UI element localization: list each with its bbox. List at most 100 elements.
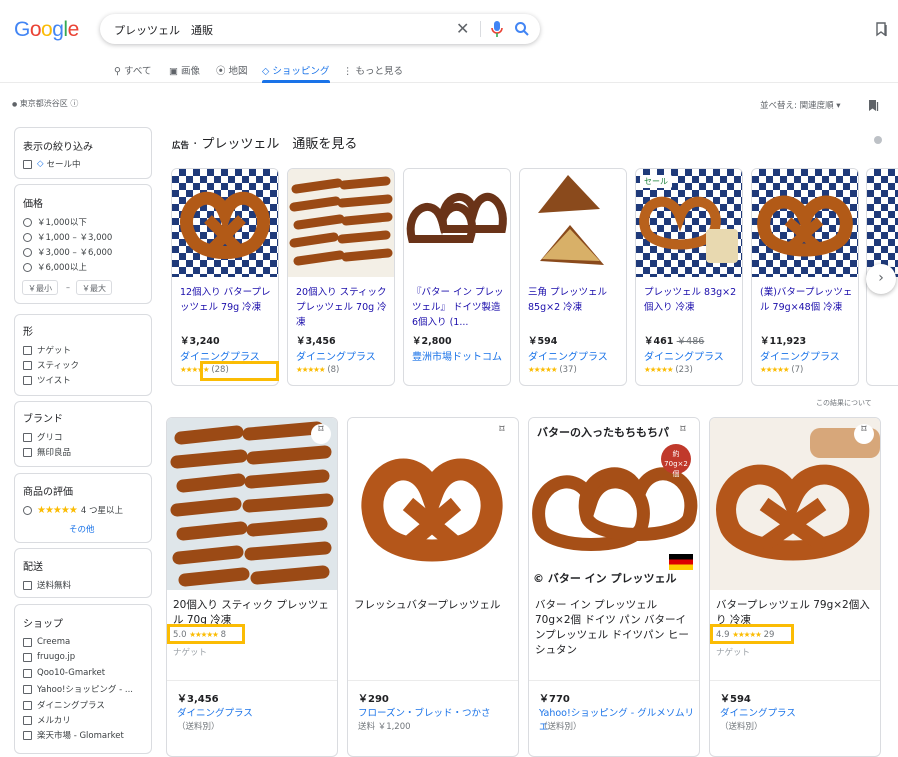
filter-option[interactable]: Yahoo!ショッピング - ... bbox=[23, 683, 133, 695]
filter-brand: ブランド グリコ 無印良品 bbox=[14, 401, 152, 467]
review-count: (7) bbox=[791, 365, 804, 375]
rating-more-link[interactable]: その他 bbox=[69, 523, 95, 535]
search-icon[interactable] bbox=[514, 20, 530, 38]
filter-option[interactable]: スティック bbox=[23, 359, 79, 371]
checkbox[interactable] bbox=[23, 652, 32, 662]
tab-shopping[interactable]: ◇ ショッピング bbox=[262, 63, 329, 77]
filter-option[interactable]: メルカリ bbox=[23, 714, 71, 726]
filter-option[interactable]: 送料無料 bbox=[23, 579, 71, 591]
checkbox[interactable] bbox=[23, 668, 32, 678]
radio[interactable] bbox=[23, 232, 32, 242]
google-logo[interactable]: Google bbox=[14, 18, 79, 42]
tab-more[interactable]: ⋮ もっと見る bbox=[343, 63, 403, 77]
checkbox[interactable] bbox=[23, 432, 32, 442]
weight-badge: 約70g×2個 bbox=[661, 444, 691, 478]
filter-option[interactable]: 無印良品 bbox=[23, 446, 71, 458]
ad-shop[interactable]: ダイニングプラス bbox=[644, 348, 724, 363]
filter-option[interactable]: ダイニングプラス bbox=[23, 699, 105, 711]
checkbox[interactable] bbox=[23, 684, 32, 694]
ad-title-link[interactable]: 20個入り スティックプレッツェル 70g 冷凍 bbox=[296, 285, 390, 330]
checkbox[interactable] bbox=[23, 375, 32, 385]
checkbox[interactable] bbox=[23, 730, 32, 740]
ad-title-link[interactable]: 12個入り バタープレッツェル 79g 冷凍 bbox=[180, 285, 274, 315]
filter-option[interactable]: ツイスト bbox=[23, 374, 71, 386]
filter-title: 価格 bbox=[23, 199, 43, 210]
product-title[interactable]: フレッシュバタープレッツェル bbox=[354, 598, 512, 613]
sort-dropdown[interactable]: 並べ替え: 関連度順 ▾ bbox=[760, 99, 841, 111]
radio[interactable] bbox=[23, 505, 32, 515]
checkbox[interactable] bbox=[23, 447, 32, 457]
product-shop[interactable]: フローズン・ブレッド・つかさ bbox=[358, 705, 491, 719]
product-title[interactable]: バター イン プレッツェル 70g×2個 ドイツ パン バターインプレッツェル … bbox=[535, 598, 693, 658]
checkbox[interactable] bbox=[23, 700, 32, 710]
checkbox[interactable] bbox=[23, 637, 32, 647]
review-count: (23) bbox=[675, 365, 693, 375]
bookmark-icon[interactable]: ⌑ bbox=[311, 424, 331, 444]
saved-icon[interactable] bbox=[876, 22, 888, 37]
product-card[interactable]: ⌑ 20個入り スティック プレッツェル 70g 冷凍 5.0 ★★★★★ 8 … bbox=[166, 417, 338, 757]
checkbox[interactable] bbox=[23, 345, 32, 355]
filter-label: 楽天市場 - Glomarket bbox=[37, 731, 124, 741]
ad-card[interactable]: 『バター イン プレッツェル』 ドイツ製造 6個入り (1... ￥2,800 … bbox=[403, 168, 511, 386]
ad-card[interactable]: (業)バタープレッツェル 79g×48個 冷凍 ￥11,923 ダイニングプラス… bbox=[751, 168, 859, 386]
search-input[interactable]: プレッツェル 通販 bbox=[114, 22, 213, 38]
bookmark-icon[interactable]: ⌑ bbox=[492, 424, 512, 444]
clear-icon[interactable]: ✕ bbox=[456, 19, 469, 38]
price-option[interactable]: ￥3,000 – ￥6,000 bbox=[23, 246, 112, 258]
search-box[interactable]: プレッツェル 通販 ✕ bbox=[100, 14, 540, 44]
checkbox[interactable] bbox=[23, 360, 32, 370]
checkbox[interactable] bbox=[23, 580, 32, 590]
price-option[interactable]: ￥1,000以下 bbox=[23, 216, 87, 228]
checkbox[interactable] bbox=[23, 715, 32, 725]
ad-card[interactable]: 12個入り バタープレッツェル 79g 冷凍 ￥3,240 ダイニングプラス ★… bbox=[171, 168, 279, 386]
pretzel-sticks-icon bbox=[289, 176, 393, 266]
filter-option[interactable]: Qoo10-Gmarket bbox=[23, 668, 105, 678]
info-icon[interactable] bbox=[874, 136, 882, 144]
checkbox[interactable] bbox=[23, 159, 32, 169]
filter-option[interactable]: fruugo.jp bbox=[23, 652, 75, 662]
chevron-right-icon[interactable]: › bbox=[866, 264, 896, 294]
filter-delivery: 配送 送料無料 bbox=[14, 548, 152, 598]
tab-all[interactable]: ⚲ すべて bbox=[114, 63, 151, 77]
ad-shop[interactable]: ダイニングプラス bbox=[760, 348, 840, 363]
about-results-link[interactable]: この結果について bbox=[816, 398, 872, 408]
bookmark-icon[interactable]: ⌑ bbox=[854, 424, 874, 444]
tab-maps[interactable]: ⦿ 地図 bbox=[216, 63, 248, 77]
ad-card[interactable]: 三角 プレッツェル 85g×2 冷凍 ￥594 ダイニングプラス ★★★★★ (… bbox=[519, 168, 627, 386]
image-caption: バターの入ったもちもちパ bbox=[537, 426, 669, 439]
ad-title-link[interactable]: (業)バタープレッツェル 79g×48個 冷凍 bbox=[760, 285, 854, 315]
filter-option[interactable]: Creema bbox=[23, 637, 70, 647]
price-option[interactable]: ￥1,000 – ￥3,000 bbox=[23, 231, 112, 243]
ad-title-link[interactable]: 三角 プレッツェル 85g×2 冷凍 bbox=[528, 285, 622, 315]
ad-shop[interactable]: ダイニングプラス bbox=[296, 348, 376, 363]
ad-shop[interactable]: 豊洲市場ドットコム bbox=[412, 348, 502, 363]
price-max-input[interactable]: ￥最大 bbox=[76, 280, 112, 295]
product-card[interactable]: バターの入ったもちもちパ 約70g×2個 © バター イン プレッツェル ⌑ バ… bbox=[528, 417, 700, 757]
rating-option[interactable]: ★★★★★ 4 つ星以上 bbox=[23, 504, 123, 516]
mic-icon[interactable] bbox=[490, 20, 504, 38]
radio[interactable] bbox=[23, 217, 32, 227]
product-shop[interactable]: ダイニングプラス bbox=[177, 705, 253, 719]
filter-shop: ショップ Creema fruugo.jp Qoo10-Gmarket Yaho… bbox=[14, 604, 152, 754]
ad-card[interactable]: セール プレッツェル 83g×2個入り 冷凍 ￥461 ￥486 ダイニングプラ… bbox=[635, 168, 743, 386]
radio[interactable] bbox=[23, 247, 32, 257]
ad-title-link[interactable]: プレッツェル 83g×2個入り 冷凍 bbox=[644, 285, 738, 315]
filter-option[interactable]: グリコ bbox=[23, 431, 63, 443]
product-card[interactable]: ⌑ フレッシュバタープレッツェル ￥290 フローズン・ブレッド・つかさ 送料 … bbox=[347, 417, 519, 757]
ad-shop[interactable]: ダイニングプラス bbox=[528, 348, 608, 363]
ad-card[interactable]: 20個入り スティックプレッツェル 70g 冷凍 ￥3,456 ダイニングプラス… bbox=[287, 168, 395, 386]
filter-sale[interactable]: ◇ セール中 bbox=[23, 158, 81, 170]
product-shop[interactable]: ダイニングプラス bbox=[720, 705, 796, 719]
bookmark-icon[interactable]: ⌑ bbox=[673, 424, 693, 444]
price-option[interactable]: ￥6,000以上 bbox=[23, 261, 87, 273]
radio[interactable] bbox=[23, 262, 32, 272]
ad-title-link[interactable]: 『バター イン プレッツェル』 ドイツ製造 6個入り (1... bbox=[412, 285, 506, 330]
product-card[interactable]: ⌑ バタープレッツェル 79g×2個入り 冷凍 4.9 ★★★★★ 29 ナゲッ… bbox=[709, 417, 881, 757]
price-min-input[interactable]: ￥最小 bbox=[22, 280, 58, 295]
location[interactable]: ● 東京都渋谷区 ⓘ bbox=[12, 98, 78, 109]
filter-option[interactable]: ナゲット bbox=[23, 344, 71, 356]
saved-list-icon[interactable] bbox=[868, 99, 879, 112]
filter-option[interactable]: 楽天市場 - Glomarket bbox=[23, 729, 124, 741]
tab-label: すべて bbox=[124, 66, 152, 77]
tab-images[interactable]: ▣ 画像 bbox=[169, 63, 200, 77]
